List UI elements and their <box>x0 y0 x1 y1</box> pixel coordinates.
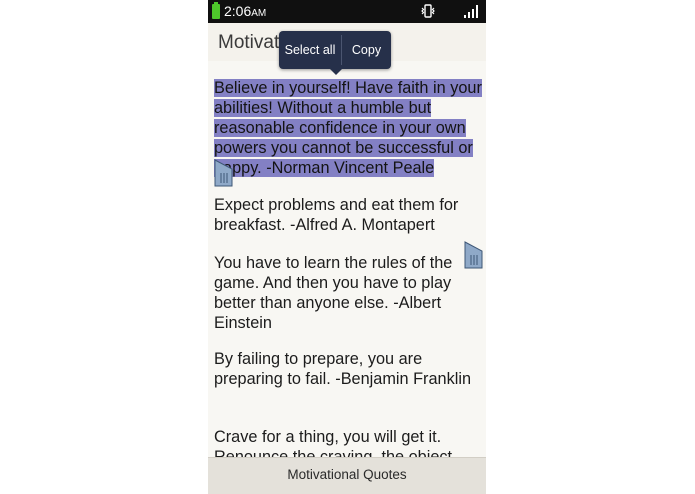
quote-item[interactable]: By failing to prepare, you are preparing… <box>214 349 482 389</box>
status-time-ampm: AM <box>251 8 267 19</box>
bottom-bar-label: Motivational Quotes <box>287 467 407 482</box>
quote-text-selected: Believe in yourself! Have faith in your … <box>214 79 482 177</box>
status-time: 2:06AM <box>224 3 266 22</box>
select-all-button[interactable]: Select all <box>279 31 341 69</box>
copy-button[interactable]: Copy <box>342 31 391 69</box>
signal-icon <box>464 5 478 18</box>
bottom-bar: Motivational Quotes <box>208 457 486 494</box>
battery-icon <box>212 2 220 19</box>
quote-item-selected[interactable]: Believe in yourself! Have faith in your … <box>214 78 482 178</box>
selection-end-handle-icon[interactable] <box>464 241 483 269</box>
quotes-list[interactable]: Believe in yourself! Have faith in your … <box>208 61 486 457</box>
text-selection-menu: Select all Copy <box>279 31 391 75</box>
phone-screen: 2:06AM Motivational Quotes Believe in yo… <box>208 0 486 494</box>
quote-item[interactable]: You have to learn the rules of the game.… <box>214 253 482 333</box>
vibrate-icon <box>421 4 435 18</box>
selection-start-handle-icon[interactable] <box>214 159 233 187</box>
quote-item[interactable]: Crave for a thing, you will get it. Reno… <box>214 427 482 457</box>
quote-item[interactable]: Expect problems and eat them for breakfa… <box>214 195 482 235</box>
status-time-value: 2:06 <box>224 3 252 19</box>
status-bar: 2:06AM <box>208 0 486 23</box>
